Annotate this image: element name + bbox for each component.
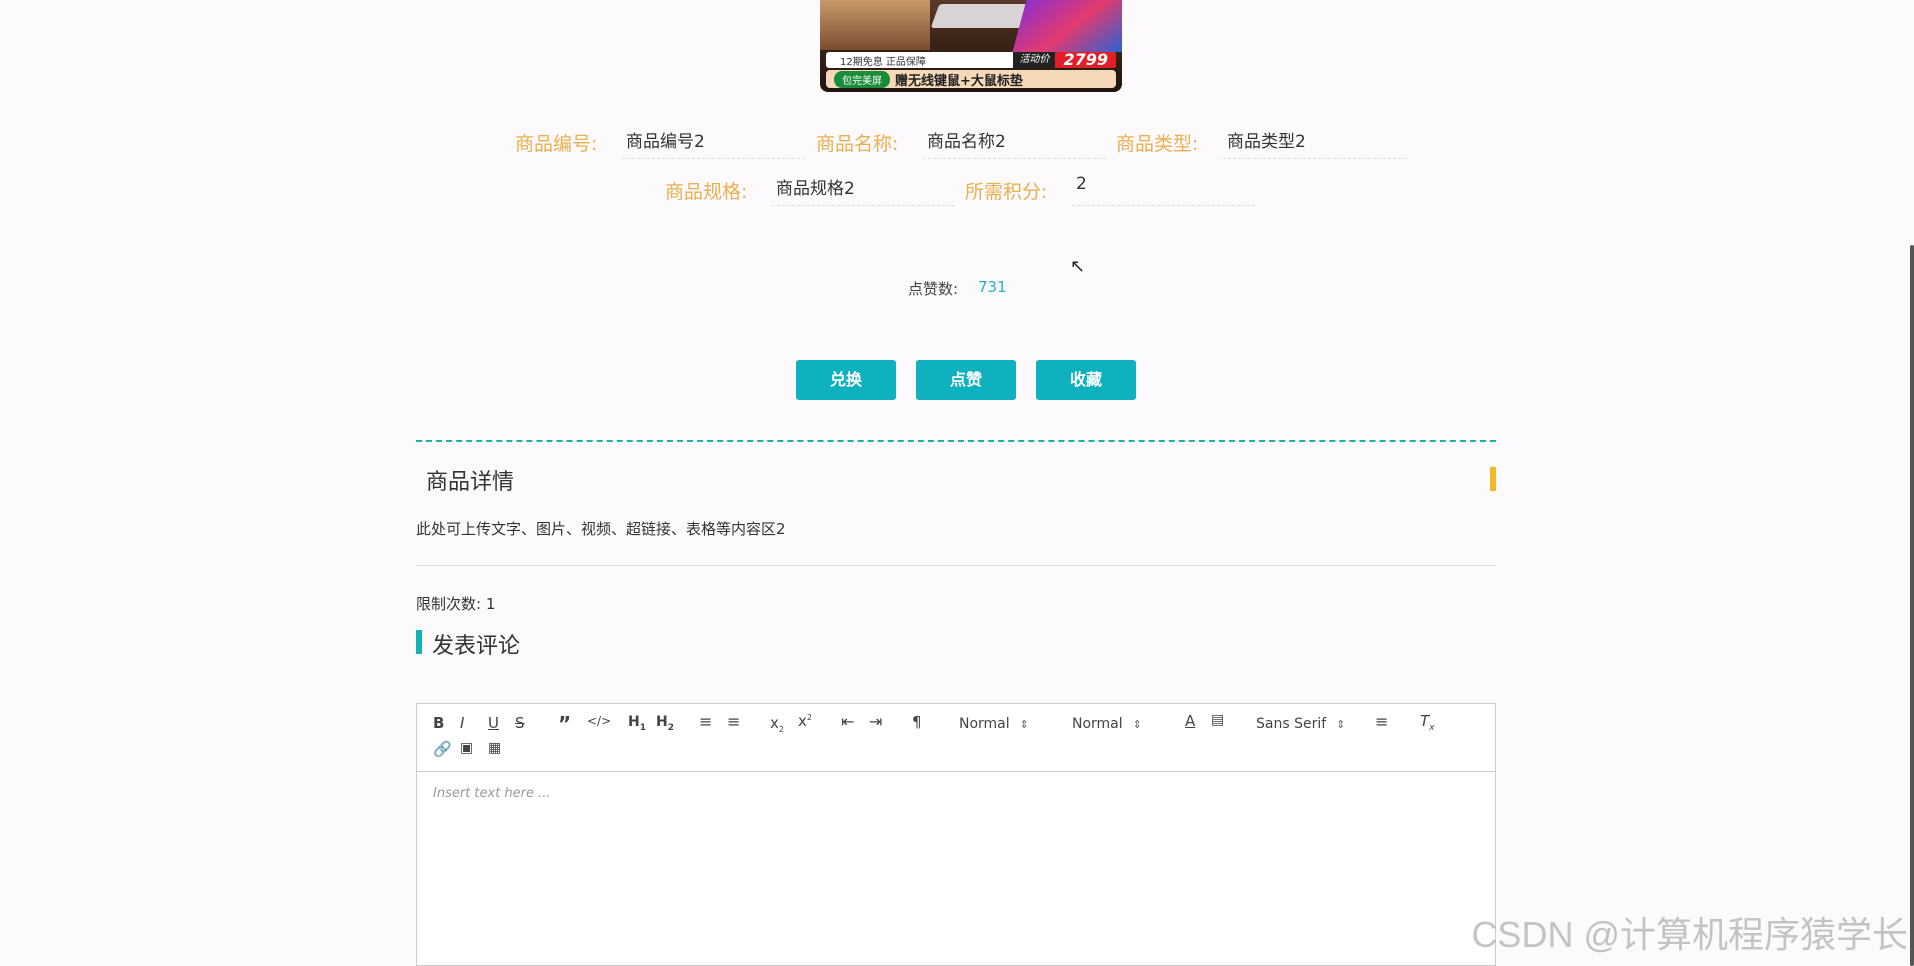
mouse-cursor-icon: ↖ <box>1070 256 1086 277</box>
product-code-label: 商品编号: <box>515 133 598 155</box>
detail-accent-bar <box>1490 467 1496 491</box>
detail-content: 此处可上传文字、图片、视频、超链接、表格等内容区2 <box>416 520 786 538</box>
video-icon[interactable]: ▦ <box>488 740 501 756</box>
italic-icon[interactable]: I <box>460 714 464 732</box>
font-select[interactable]: Sans Serif ⇕ <box>1256 716 1345 732</box>
product-name-label: 商品名称: <box>816 133 899 155</box>
points-value: 2 <box>1072 174 1255 206</box>
blockquote-icon[interactable]: ” <box>558 712 571 736</box>
product-image: 12期免息 正品保障 活动价 2799 包完美屏 赠无线键鼠+大鼠标垫 <box>820 0 1122 92</box>
exchange-button[interactable]: 兑换 <box>796 360 896 400</box>
likes-label: 点赞数: <box>908 280 959 298</box>
size-select[interactable]: Normal ⇕ <box>959 716 1029 732</box>
bullet-list-icon[interactable]: ≡ <box>727 712 740 731</box>
guarantee-text: 12期免息 正品保障 <box>840 56 926 68</box>
strike-icon[interactable]: S <box>515 714 525 732</box>
likes-count: 731 <box>978 278 1007 296</box>
comment-title: 发表评论 <box>432 634 521 659</box>
outdent-icon[interactable]: ⇤ <box>841 712 854 731</box>
gift-text: 赠无线键鼠+大鼠标垫 <box>895 73 1023 89</box>
page-scrollbar[interactable] <box>1910 245 1914 966</box>
detail-divider <box>416 565 1496 566</box>
watermark: CSDN @计算机程序猿学长 <box>1471 914 1908 955</box>
activity-label: 活动价 <box>1013 52 1056 68</box>
price-tag: 2799 <box>1055 52 1116 68</box>
underline-icon[interactable]: U <box>488 714 499 732</box>
favorite-button[interactable]: 收藏 <box>1036 360 1136 400</box>
like-button[interactable]: 点赞 <box>916 360 1016 400</box>
detail-title: 商品详情 <box>426 470 515 495</box>
subscript-icon[interactable]: x2 <box>770 714 784 734</box>
text-direction-icon[interactable]: ¶ <box>912 713 922 731</box>
align-icon[interactable]: ≡ <box>1375 712 1388 731</box>
select-arrow-icon: ⇕ <box>1132 718 1142 731</box>
product-code-value: 商品编号2 <box>622 127 805 159</box>
comment-accent-bar <box>416 630 422 654</box>
ordered-list-icon[interactable]: ≡ <box>699 712 712 731</box>
select-arrow-icon: ⇕ <box>1019 718 1029 731</box>
clear-format-icon[interactable]: Tx <box>1420 712 1435 733</box>
section-divider <box>416 440 1496 442</box>
link-icon[interactable]: 🔗 <box>433 740 452 758</box>
product-spec-label: 商品规格: <box>665 181 748 203</box>
text-color-icon[interactable]: A <box>1185 712 1195 730</box>
product-type-label: 商品类型: <box>1116 133 1199 155</box>
limit-count: 限制次数: 1 <box>416 595 496 613</box>
code-block-icon[interactable]: </> <box>587 714 611 728</box>
indent-icon[interactable]: ⇥ <box>869 712 882 731</box>
header1-icon[interactable]: H1 <box>628 714 646 733</box>
image-icon[interactable]: ▣ <box>460 740 473 756</box>
select-arrow-icon: ⇕ <box>1336 718 1346 731</box>
product-type-value: 商品类型2 <box>1223 127 1406 159</box>
header2-icon[interactable]: H2 <box>656 714 674 733</box>
background-color-icon[interactable]: ▤ <box>1211 712 1224 728</box>
product-name-value: 商品名称2 <box>923 127 1106 159</box>
product-spec-value: 商品规格2 <box>772 174 955 206</box>
bold-icon[interactable]: B <box>433 714 444 732</box>
header-select[interactable]: Normal ⇕ <box>1072 716 1142 732</box>
editor-placeholder: Insert text here ... <box>433 786 551 801</box>
superscript-icon[interactable]: x2 <box>798 712 812 730</box>
comment-editor[interactable]: B I U S ” </> H1 H2 ≡ ≡ x2 x2 ⇤ ⇥ ¶ Norm… <box>416 703 1496 966</box>
screen-badge: 包完美屏 <box>834 70 890 88</box>
points-label: 所需积分: <box>965 181 1048 203</box>
editor-toolbar: B I U S ” </> H1 H2 ≡ ≡ x2 x2 ⇤ ⇥ ¶ Norm… <box>417 704 1495 772</box>
